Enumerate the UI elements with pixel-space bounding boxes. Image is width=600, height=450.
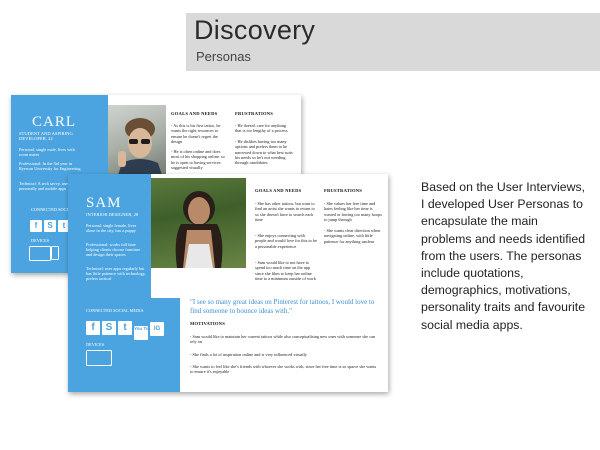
sam-role: INTERIOR DESIGNER, 28 <box>86 212 139 217</box>
laptop-icon <box>86 350 112 366</box>
carl-goal: - He is often online and does most of hi… <box>171 149 225 170</box>
sam-motivation: - She finds a lot of inspiration online … <box>190 352 307 357</box>
facebook-icon: f <box>86 321 100 335</box>
sam-motivation: - She wants to feel like she's friends w… <box>190 364 377 375</box>
sam-social-icons: f St You TubeIG <box>86 317 166 340</box>
carl-goals-header: GOALS AND NEEDS <box>171 111 218 116</box>
sam-frustration: - She wants clear direction when navigat… <box>324 228 381 244</box>
description-text: Based on the User Interviews, I develope… <box>421 180 586 332</box>
sam-name: SAM <box>86 195 122 211</box>
twitter-icon: t <box>118 321 132 335</box>
carl-frustration: - He dislikes having too many options an… <box>235 139 293 166</box>
sam-motivations-header: MOTIVATIONS <box>190 321 225 326</box>
sam-motivation: - Sam would like to maintain her current… <box>190 334 376 345</box>
youtube-icon: You Tube <box>134 326 154 340</box>
sam-frustration: - She values her free time and hates fee… <box>324 201 382 222</box>
carl-trait: Personal: single male, lives with room m… <box>19 147 75 158</box>
instagram-icon: IG <box>150 322 164 336</box>
facebook-icon: f <box>30 220 42 232</box>
carl-social-icons: fSt <box>30 215 72 233</box>
snapchat-icon: S <box>102 321 116 335</box>
sam-trait: Professional: works full time helping cl… <box>86 242 141 258</box>
sam-quote: "I see so many great ideas on Pinterest … <box>190 298 375 315</box>
sam-frustrations-header: FRUSTRATIONS <box>324 188 363 193</box>
carl-photo <box>108 105 166 181</box>
page-title: Discovery <box>194 15 316 45</box>
carl-trait: Professional: In the 3rd year in Ryerson… <box>19 161 81 172</box>
persona-card-sam: SAM INTERIOR DESIGNER, 28 Personal: sing… <box>68 174 388 392</box>
carl-frustration: - He doesn't care for anything that is t… <box>235 123 288 134</box>
sam-devices-label: DEVICES <box>86 342 105 347</box>
sam-photo <box>151 178 246 268</box>
sam-trait: Personal: single female, lives alone in … <box>86 223 137 234</box>
sam-social-label: CONNECTED SOCIAL MEDIA <box>86 308 144 313</box>
sam-goal: - Sam would like to not have to spend to… <box>255 260 316 281</box>
slide-header: Discovery Personas <box>186 13 600 71</box>
carl-goal: - As this is his first tattoo, he wants … <box>171 123 221 144</box>
carl-frustrations-header: FRUSTRATIONS <box>235 111 274 116</box>
sam-social-panel: CONNECTED SOCIAL MEDIA f St You TubeIG DEV… <box>68 298 180 392</box>
carl-devices-label: DEVICES <box>31 238 50 243</box>
laptop-icon <box>29 246 51 261</box>
snapchat-icon: S <box>44 220 56 232</box>
sam-goals-header: GOALS AND NEEDS <box>255 188 302 193</box>
carl-role: STUDENT AND ASPIRING DEVELOPER, 22 <box>19 131 73 142</box>
sam-trait: Technical: uses apps regularly but has l… <box>86 266 146 282</box>
sam-goal: - She has other tattoos, but want to fin… <box>255 201 315 222</box>
carl-name: CARL <box>32 114 77 130</box>
phone-icon <box>51 246 59 260</box>
page-subtitle: Personas <box>196 49 251 64</box>
sam-goal: - She enjoys connecting with people and … <box>255 233 317 249</box>
